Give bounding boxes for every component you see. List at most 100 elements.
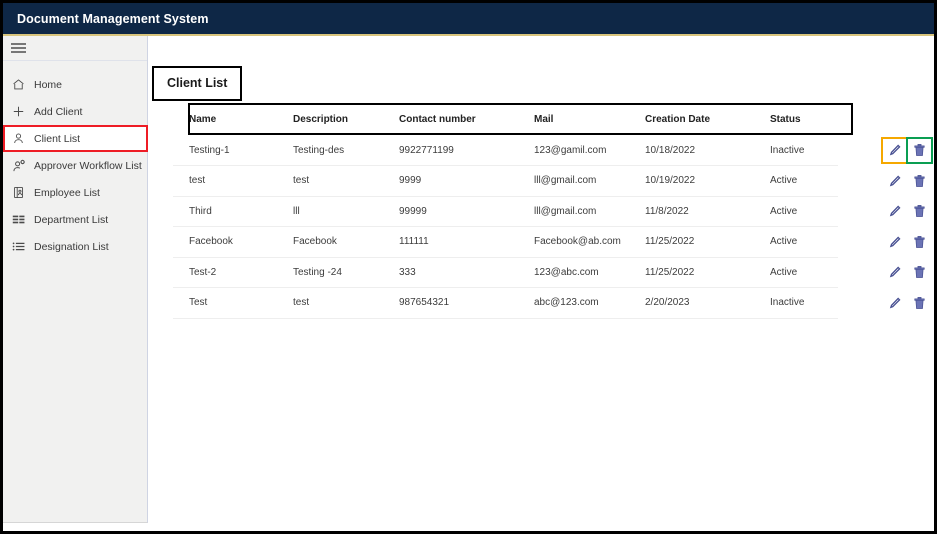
cell-description: test [277, 165, 383, 197]
sidebar-item-client-list[interactable]: Client List [3, 125, 148, 152]
delete-row-button[interactable] [911, 294, 928, 311]
edit-row-button[interactable] [886, 264, 903, 281]
sidebar-nav: Home Add Client Client List Approver Wor… [3, 61, 148, 260]
row-actions [873, 288, 934, 319]
table-row[interactable]: test test 9999 lll@gmail.com 10/19/2022 … [173, 165, 838, 197]
row-actions [873, 257, 934, 288]
cell-contact-number: 9999 [383, 165, 518, 197]
cell-contact-number: 9922771199 [383, 135, 518, 166]
user-icon [12, 132, 32, 145]
cell-name: Facebook [173, 226, 277, 258]
sidebar-item-label: Designation List [34, 240, 109, 253]
row-actions [873, 227, 934, 258]
sidebar-toggle-row[interactable] [3, 36, 147, 61]
table-row[interactable]: Testing-1 Testing-des 9922771199 123@gam… [173, 135, 838, 166]
cell-mail: lll@gmail.com [518, 165, 629, 197]
table-row[interactable]: Test test 987654321 abc@123.com 2/20/202… [173, 287, 838, 319]
cell-mail: lll@gmail.com [518, 196, 629, 227]
cell-description: Testing-des [277, 135, 383, 166]
sidebar: Home Add Client Client List Approver Wor… [3, 36, 148, 523]
status-badge: Active [754, 196, 838, 227]
row-actions [873, 166, 934, 197]
row-actions [873, 135, 934, 166]
edit-row-button[interactable] [886, 294, 903, 311]
cell-contact-number: 987654321 [383, 287, 518, 319]
column-header-name[interactable]: Name [173, 103, 277, 135]
cell-name: Third [173, 196, 277, 227]
delete-row-button[interactable] [906, 136, 933, 164]
cell-creation-date: 10/18/2022 [629, 135, 754, 166]
id-badge-icon [12, 186, 32, 199]
status-badge: Active [754, 226, 838, 258]
row-actions [873, 196, 934, 227]
status-badge: Active [754, 257, 838, 288]
sidebar-item-home[interactable]: Home [3, 71, 147, 98]
sidebar-item-department-list[interactable]: Department List [3, 206, 147, 233]
table-grid-icon [12, 213, 32, 226]
cell-mail: abc@123.com [518, 287, 629, 319]
column-header-creation-date[interactable]: Creation Date [629, 103, 754, 135]
hamburger-icon[interactable] [11, 43, 26, 53]
application-window: Document Management System Home Add Clie… [0, 0, 937, 534]
cell-creation-date: 11/25/2022 [629, 226, 754, 258]
cell-mail: 123@gamil.com [518, 135, 629, 166]
cell-creation-date: 2/20/2023 [629, 287, 754, 319]
cell-creation-date: 11/25/2022 [629, 257, 754, 288]
status-badge: Inactive [754, 287, 838, 319]
sidebar-item-label: Home [34, 78, 63, 91]
cell-mail: 123@abc.com [518, 257, 629, 288]
table-row[interactable]: Third lll 99999 lll@gmail.com 11/8/2022 … [173, 196, 838, 227]
edit-row-button[interactable] [881, 136, 908, 164]
column-header-status[interactable]: Status [754, 103, 838, 135]
cell-description: test [277, 287, 383, 319]
client-table: Name Description Contact number Mail Cre… [173, 103, 838, 319]
sidebar-item-employee-list[interactable]: Employee List [3, 179, 147, 206]
cell-contact-number: 333 [383, 257, 518, 288]
cell-description: Testing -24 [277, 257, 383, 288]
sidebar-item-approver-workflow-list[interactable]: Approver Workflow List [3, 152, 147, 179]
table-header-row: Name Description Contact number Mail Cre… [173, 103, 838, 135]
cell-name: test [173, 165, 277, 197]
edit-row-button[interactable] [886, 203, 903, 220]
column-header-mail[interactable]: Mail [518, 103, 629, 135]
table-head: Name Description Contact number Mail Cre… [173, 103, 838, 135]
table-row[interactable]: Facebook Facebook 111111 Facebook@ab.com… [173, 226, 838, 258]
column-header-contact-number[interactable]: Contact number [383, 103, 518, 135]
sidebar-item-label: Client List [34, 132, 81, 145]
delete-row-button[interactable] [911, 264, 928, 281]
sidebar-item-designation-list[interactable]: Designation List [3, 233, 147, 260]
cell-contact-number: 111111 [383, 226, 518, 258]
cell-creation-date: 10/19/2022 [629, 165, 754, 197]
list-icon [12, 240, 32, 253]
status-badge: Inactive [754, 135, 838, 166]
plus-icon [12, 105, 32, 118]
user-gear-icon [12, 159, 32, 173]
main-content: Client List Name Description Contact num… [149, 36, 934, 523]
cell-creation-date: 11/8/2022 [629, 196, 754, 227]
cell-name: Test-2 [173, 257, 277, 288]
edit-row-button[interactable] [886, 233, 903, 250]
cell-description: Facebook [277, 226, 383, 258]
cell-description: lll [277, 196, 383, 227]
page-title-container: Client List [152, 66, 243, 101]
sidebar-item-label: Department List [34, 213, 109, 226]
table-row[interactable]: Test-2 Testing -24 333 123@abc.com 11/25… [173, 257, 838, 288]
sidebar-item-label: Add Client [34, 105, 83, 118]
delete-row-button[interactable] [911, 233, 928, 250]
sidebar-item-label: Employee List [34, 186, 100, 199]
sidebar-item-add-client[interactable]: Add Client [3, 98, 147, 125]
status-badge: Active [754, 165, 838, 197]
app-title: Document Management System [17, 11, 209, 26]
cell-contact-number: 99999 [383, 196, 518, 227]
row-actions-column [873, 135, 934, 319]
table-body: Testing-1 Testing-des 9922771199 123@gam… [173, 135, 838, 319]
column-header-description[interactable]: Description [277, 103, 383, 135]
edit-row-button[interactable] [886, 172, 903, 189]
sidebar-item-label: Approver Workflow List [34, 159, 142, 172]
client-table-container: Name Description Contact number Mail Cre… [173, 103, 933, 319]
delete-row-button[interactable] [911, 203, 928, 220]
home-icon [12, 78, 32, 91]
cell-mail: Facebook@ab.com [518, 226, 629, 258]
delete-row-button[interactable] [911, 172, 928, 189]
cell-name: Test [173, 287, 277, 319]
